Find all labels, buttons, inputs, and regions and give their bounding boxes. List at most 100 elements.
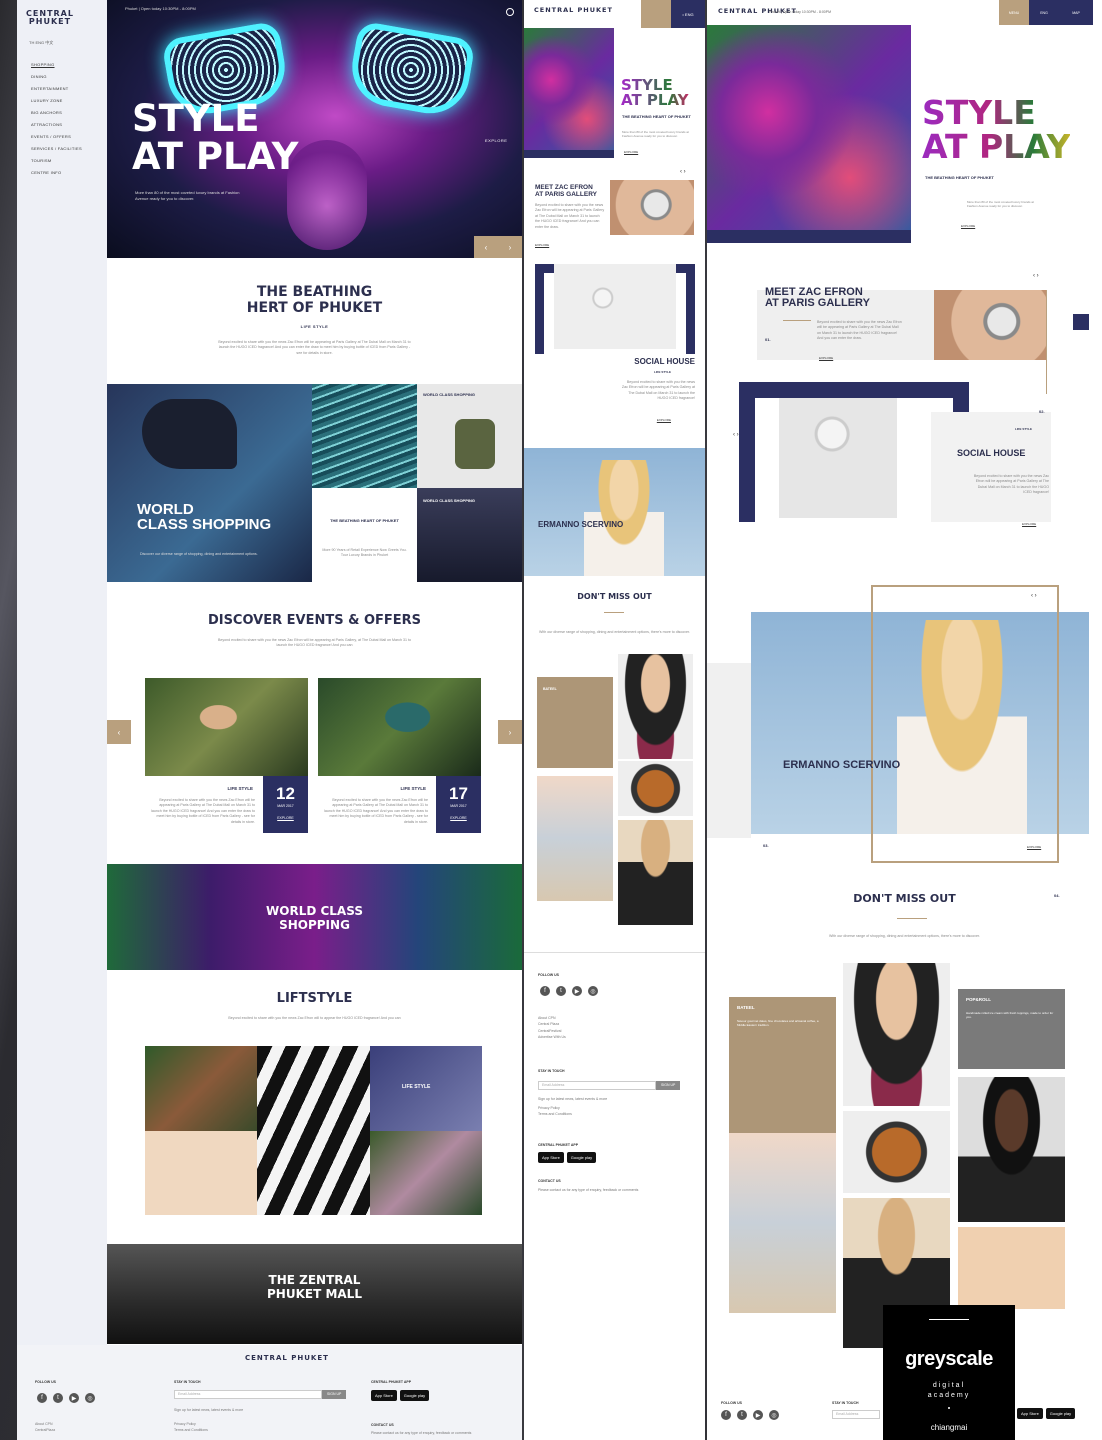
app-store-badge[interactable]: App Store [1017, 1408, 1043, 1419]
facebook-icon[interactable]: f [721, 1410, 731, 1420]
hero-explore-link[interactable]: EXPLORE [961, 224, 975, 228]
map-button[interactable]: MAP [1059, 0, 1093, 25]
legal-links: Privacy Policy Terms and Conditions [538, 1105, 572, 1118]
lifestyle-image-tile[interactable] [145, 1046, 257, 1131]
sidebar-item-events-offers[interactable]: EVENTS / OFFERS [31, 134, 82, 139]
lifestyle-garden-tile[interactable] [370, 1131, 482, 1215]
sidebar-item-dining[interactable]: DINING [31, 74, 82, 79]
carousel-arrows[interactable]: ‹ › [733, 432, 739, 438]
sidebar-item-services[interactable]: SERVICES / FACILITIES [31, 146, 82, 151]
signup-button[interactable]: SIGN UP [656, 1081, 681, 1090]
lifestyle-bag-tile[interactable] [145, 1131, 257, 1215]
bateel-tile[interactable]: BATEEL [537, 677, 613, 768]
footer-logo[interactable]: CENTRAL PHUKET [245, 1355, 329, 1362]
event-card[interactable]: LIFE STYLE Beyond excited to share with … [318, 678, 481, 838]
carousel-next-button[interactable]: › [498, 720, 522, 744]
food-tile[interactable] [843, 1111, 950, 1193]
twitter-icon[interactable]: t [737, 1410, 747, 1420]
app-store-badge[interactable]: App Store [538, 1152, 564, 1163]
twitter-icon[interactable]: t [53, 1393, 63, 1403]
blazer-model-tile[interactable] [618, 820, 693, 925]
beach-model-tile[interactable] [537, 776, 613, 901]
instagram-icon[interactable]: ◎ [588, 986, 598, 996]
sidebar-item-entertainment[interactable]: ENTERTAINMENT [31, 86, 82, 91]
carousel-arrows[interactable]: ‹ › [1033, 273, 1039, 279]
hat-model-tile[interactable] [958, 1077, 1065, 1222]
google-play-badge[interactable]: Google play [566, 1152, 597, 1163]
sidebar-item-attractions[interactable]: ATTRACTIONS [31, 122, 82, 127]
language-button[interactable]: • ENG [671, 0, 705, 28]
poproll-tile[interactable]: POP&ROLL Handmade rolled ice cream with … [958, 989, 1065, 1069]
youtube-icon[interactable]: ▶ [69, 1393, 79, 1403]
hero-explore-link[interactable]: EXPLORE [624, 150, 638, 154]
card-explore-link[interactable]: EXPLORE [1027, 845, 1041, 849]
sidebar-item-luxury-zone[interactable]: LUXURY ZONE [31, 98, 82, 103]
facebook-icon[interactable]: f [540, 986, 550, 996]
logo[interactable]: CENTRAL PHUKET [25, 10, 75, 26]
google-play-badge[interactable]: Google play [1045, 1408, 1076, 1419]
email-input[interactable]: Email Address [174, 1390, 322, 1399]
event-card[interactable]: LIFE STYLE Beyond excited to share with … [145, 678, 308, 838]
footer-link[interactable]: Advertise With Us [538, 1034, 566, 1040]
food-tile[interactable] [618, 761, 693, 816]
youtube-icon[interactable]: ▶ [572, 986, 582, 996]
ermanno-scervino-card[interactable]: ‹ › ERMANNO SCERVINO 03. EXPLORE [707, 585, 1102, 865]
sidebar-item-tourism[interactable]: TOURISM [31, 158, 82, 163]
lifestyle-label-tile[interactable]: LIFE STYLE [370, 1046, 482, 1131]
card-explore-link[interactable]: EXPLORE [819, 356, 833, 360]
instagram-icon[interactable]: ◎ [85, 1393, 95, 1403]
email-input[interactable]: Email Address [538, 1081, 656, 1090]
signup-button[interactable]: SIGN UP [322, 1390, 347, 1399]
ermanno-scervino-card[interactable]: ERMANNO SCERVINO [524, 448, 705, 576]
youtube-icon[interactable]: ▶ [753, 1410, 763, 1420]
footer-link[interactable]: Terms and Conditions [538, 1111, 572, 1117]
google-play-badge[interactable]: Google play [399, 1390, 430, 1401]
menu-button[interactable] [641, 0, 671, 28]
chevron-left-icon[interactable]: ‹ [485, 243, 488, 252]
language-button[interactable]: ENG [1029, 0, 1059, 25]
card-explore-link[interactable]: EXPLORE [535, 243, 549, 247]
event-explore-link[interactable]: EXPLORE [436, 816, 481, 820]
world-class-shopping-tile[interactable]: WORLD CLASS SHOPPING Discover our divers… [107, 384, 312, 582]
carousel-arrows[interactable]: ‹ › [1031, 593, 1037, 599]
bag-tile[interactable]: WORLD CLASS SHOPPING [417, 384, 522, 488]
logo[interactable]: CENTRAL PHUKET [534, 7, 613, 14]
footer-link[interactable]: Terms and Conditions [174, 1427, 208, 1433]
search-icon[interactable] [506, 8, 514, 16]
social-house-card[interactable]: SOCIAL HOUSE LIFE STYLE Beyond excited t… [524, 262, 705, 447]
hero-nav-bar[interactable] [524, 150, 614, 158]
hero-explore-link[interactable]: EXPLORE [485, 138, 507, 143]
dark-shopping-tile[interactable]: WORLD CLASS SHOPPING [417, 488, 522, 582]
sidebar-item-shopping[interactable]: SHOPPING [31, 62, 82, 67]
language-switcher[interactable]: TH ENG 中文 [29, 40, 53, 46]
social-house-card[interactable]: ‹ › 02. LIFE STYLE SOCIAL HOUSE Beyond e… [707, 382, 1102, 542]
hero-nav-bar[interactable] [707, 230, 911, 243]
carousel-arrows[interactable]: ‹ › [680, 169, 686, 175]
heart-tile[interactable]: THE BEATHING HEART OF PHUKET More 90 Yea… [312, 488, 417, 582]
zac-efron-card[interactable]: ‹ › MEET ZAC EFRON AT PARIS GALLERY Beyo… [524, 169, 705, 250]
facebook-icon[interactable]: f [37, 1393, 47, 1403]
chevron-right-icon[interactable]: › [509, 243, 512, 252]
twitter-icon[interactable]: t [556, 986, 566, 996]
instagram-icon[interactable]: ◎ [769, 1410, 779, 1420]
email-input[interactable]: Email Address [832, 1410, 880, 1419]
desktop-page-mockup: CENTRAL PHUKET TH ENG 中文 SHOPPING DINING… [17, 0, 522, 1440]
sidebar-item-big-anchors[interactable]: BIG ANCHORS [31, 110, 82, 115]
handbag-model-tile[interactable] [618, 654, 693, 759]
carousel-prev-button[interactable]: ‹ [107, 720, 131, 744]
sidebar-item-centre-info[interactable]: CENTRE INFO [31, 170, 82, 175]
handbag-model-tile[interactable] [843, 963, 950, 1106]
zentral-mall-banner[interactable]: THE ZENTRAL PHUKET MALL [107, 1244, 522, 1344]
newsletter-form: Email Address SIGN UP [538, 1081, 681, 1090]
app-store-badge[interactable]: App Store [371, 1390, 397, 1401]
card-explore-link[interactable]: EXPLORE [1022, 522, 1036, 526]
menu-button[interactable]: MENU [999, 0, 1029, 25]
world-class-shopping-banner[interactable]: WORLD CLASS SHOPPING [107, 864, 522, 970]
card-explore-link[interactable]: EXPLORE [657, 418, 671, 422]
event-explore-link[interactable]: EXPLORE [263, 816, 308, 820]
footer-link[interactable]: CentralPlaza [35, 1427, 55, 1433]
bag-hand-tile[interactable] [958, 1227, 1065, 1309]
lifestyle-zebra-tile[interactable] [257, 1046, 370, 1215]
beach-model-tile[interactable] [729, 1133, 836, 1313]
zac-efron-card[interactable]: ‹ › MEET ZAC EFRON AT PARIS GALLERY 01. … [707, 270, 1102, 394]
